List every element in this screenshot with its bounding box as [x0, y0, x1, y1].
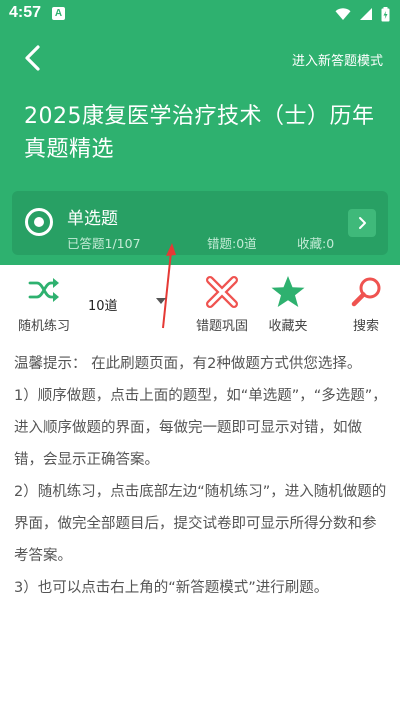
wifi-icon [335, 8, 351, 20]
favorite-count: 收藏:0 [297, 236, 335, 251]
chevron-right-icon [359, 217, 366, 229]
radio-icon [25, 208, 53, 236]
toolbar: 随机练习 10道 错题巩固 收藏夹 搜索 [0, 265, 400, 340]
star-icon [271, 276, 305, 307]
wrong-count: 错题:0道 [207, 236, 257, 251]
search-label: 搜索 [352, 319, 379, 334]
back-button[interactable] [16, 40, 52, 76]
shuffle-icon [28, 278, 59, 302]
header: 4:57 A 进入新答题模式 2025康复医学治疗技术（士）历年真题精选 单选题… [0, 0, 400, 265]
answered-count: 已答题1/107 [67, 236, 141, 251]
caret-down-icon [156, 298, 166, 304]
tips-line-1: 温馨提示： 在此刷题页面，有2种做题方式供您选择。 [14, 356, 362, 372]
random-practice-label: 随机练习 [17, 319, 70, 334]
question-count-select[interactable]: 10道 [80, 287, 172, 317]
status-time: 4:57 [9, 4, 42, 21]
search-button[interactable]: 搜索 [331, 265, 400, 335]
question-type-card[interactable]: 单选题 已答题1/107 错题:0道 收藏:0 [12, 191, 388, 255]
tips-line-2: 1）顺序做题，点击上面的题型，如“单选题”，“多选题”，进入顺序做题的界面，每做… [14, 388, 387, 468]
search-icon [351, 277, 381, 307]
status-bar: 4:57 A [0, 0, 400, 28]
favorites-button[interactable]: 收藏夹 [253, 265, 323, 335]
signal-icon [360, 8, 372, 20]
random-practice-button[interactable]: 随机练习 [9, 265, 79, 335]
status-icons [335, 6, 390, 22]
wrong-review-label: 错题巩固 [195, 319, 248, 334]
question-type-name: 单选题 [67, 209, 118, 229]
tips-line-3: 2）随机练习，点击底部左边“随机练习”，进入随机做题的界面，做完全部题目后，提交… [14, 484, 387, 564]
new-answer-mode-link[interactable]: 进入新答题模式 [292, 50, 383, 69]
wrong-review-button[interactable]: 错题巩固 [187, 265, 257, 335]
tips-line-4: 3）也可以点击右上角的“新答题模式”进行刷题。 [14, 580, 329, 596]
notification-badge-icon: A [52, 7, 65, 20]
question-count-value: 10道 [88, 299, 118, 314]
favorites-label: 收藏夹 [268, 319, 308, 334]
question-type-open-button[interactable] [348, 209, 376, 237]
page-title: 2025康复医学治疗技术（士）历年真题精选 [24, 104, 375, 162]
back-arrow-icon [25, 45, 40, 71]
cross-icon [206, 276, 238, 308]
battery-icon [381, 6, 390, 21]
tips-text: 温馨提示： 在此刷题页面，有2种做题方式供您选择。 1）顺序做题，点击上面的题型… [14, 348, 390, 604]
